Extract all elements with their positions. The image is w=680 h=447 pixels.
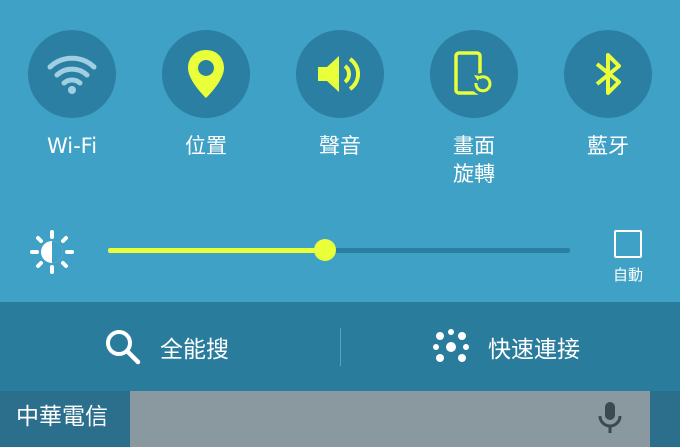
s-finder-button[interactable]: 全能搜 (104, 302, 229, 391)
toggle-label: 藍牙 (587, 134, 629, 158)
carrier-name: 中華電信 (16, 404, 108, 430)
quick-settings-panel: Wi-Fi 位置 聲音 畫面 旋轉 藍牙 自動 (0, 0, 680, 302)
s-finder-label: 全能搜 (160, 336, 229, 363)
location-pin-icon (188, 50, 224, 98)
toggle-label: Wi-Fi (46, 134, 98, 158)
toggle-screen-rotation[interactable]: 畫面 旋轉 (430, 30, 518, 188)
screen-rotation-button[interactable] (430, 30, 518, 118)
toggle-label: 聲音 (319, 134, 361, 158)
quick-connect-icon (433, 328, 469, 362)
sound-button[interactable] (296, 30, 384, 118)
screen-rotation-icon (454, 51, 493, 95)
quick-connect-button[interactable]: 快速連接 (432, 302, 580, 391)
auto-brightness-checkbox[interactable] (614, 230, 642, 258)
brightness-row: 自動 (0, 222, 680, 285)
wifi-button[interactable] (28, 30, 116, 118)
quick-actions-bar: 全能搜 快速連接 (0, 302, 680, 391)
toggle-bluetooth[interactable]: 藍牙 (564, 30, 652, 160)
microphone-icon (598, 402, 622, 433)
bar-divider (340, 328, 341, 366)
auto-brightness-toggle[interactable]: 自動 (606, 230, 650, 285)
toggle-sound[interactable]: 聲音 (296, 30, 384, 160)
quick-connect-label: 快速連接 (488, 336, 580, 363)
auto-brightness-label: 自動 (612, 266, 643, 284)
bluetooth-button[interactable] (564, 30, 652, 118)
background-search-widget (130, 391, 650, 447)
toggle-label: 位置 (185, 134, 227, 158)
toggle-label: 畫面 旋轉 (453, 134, 495, 186)
brightness-slider-fill (108, 248, 326, 253)
search-icon (106, 329, 141, 364)
bluetooth-icon (595, 53, 621, 95)
brightness-slider-thumb[interactable] (314, 239, 337, 261)
toggle-location[interactable]: 位置 (162, 30, 250, 160)
brightness-icon (28, 228, 76, 280)
sound-icon (318, 56, 360, 92)
location-button[interactable] (162, 30, 250, 118)
brightness-slider[interactable] (108, 239, 570, 261)
wifi-icon (47, 55, 97, 94)
toggle-wifi[interactable]: Wi-Fi (28, 30, 116, 160)
